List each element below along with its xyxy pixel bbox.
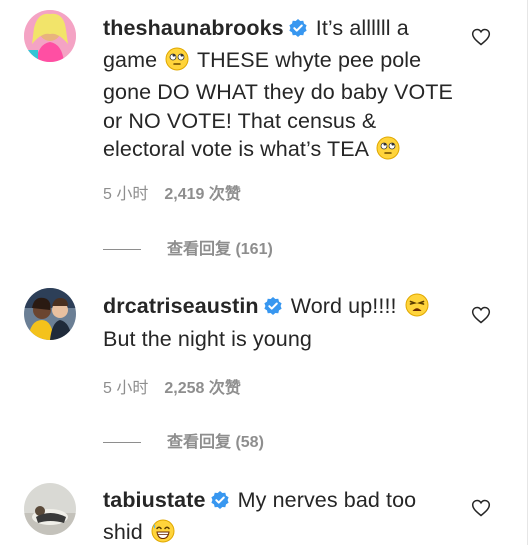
rolling-eyes-emoji [165, 47, 189, 79]
heart-icon[interactable] [471, 305, 491, 325]
grinning-sweat-emoji [151, 519, 175, 550]
comment-username[interactable]: theshaunabrooks [103, 16, 284, 40]
avatar[interactable] [24, 288, 76, 340]
view-replies-label: 查看回复 (161) [167, 241, 273, 258]
weary-face-emoji [405, 293, 429, 325]
comment-text: tabiustate My nerves bad too shid [103, 486, 453, 550]
comment-body: Word up!!!! [291, 294, 403, 318]
comment-likes[interactable]: 2,258 次赞 [164, 380, 241, 397]
comment-body-continued: But the night is young [103, 327, 312, 351]
comment-username[interactable]: drcatriseaustin [103, 294, 259, 318]
comment-item: theshaunabrooks It’s allllll a game THES… [0, 0, 527, 270]
heart-icon[interactable] [471, 498, 491, 518]
view-replies-button[interactable]: 查看回复 (161) [103, 235, 273, 259]
verified-badge-icon [288, 17, 308, 46]
comment-text: theshaunabrooks It’s allllll a game THES… [103, 14, 453, 168]
view-replies-label: 查看回复 (58) [167, 434, 264, 451]
comment-text: drcatriseaustin Word up!!!! But the nigh… [103, 292, 453, 353]
comment-likes[interactable]: 2,419 次赞 [164, 186, 241, 203]
comment-time[interactable]: 5 小时 [103, 186, 148, 203]
verified-badge-icon [263, 295, 283, 324]
comment-username[interactable]: tabiustate [103, 488, 206, 512]
comment-item: drcatriseaustin Word up!!!! But the nigh… [0, 270, 527, 470]
verified-badge-icon [210, 489, 230, 518]
avatar[interactable] [24, 10, 76, 62]
heart-icon[interactable] [471, 27, 491, 47]
avatar[interactable] [24, 483, 76, 535]
comment-meta: 5 小时 2,419 次赞 [103, 180, 241, 204]
view-replies-button[interactable]: 查看回复 (58) [103, 428, 264, 452]
divider [103, 249, 141, 250]
comment-meta: 5 小时 2,258 次赞 [103, 374, 241, 398]
comment-time[interactable]: 5 小时 [103, 380, 148, 397]
comment-item: tabiustate My nerves bad too shid [0, 470, 527, 545]
rolling-eyes-emoji [376, 136, 400, 168]
divider [103, 442, 141, 443]
